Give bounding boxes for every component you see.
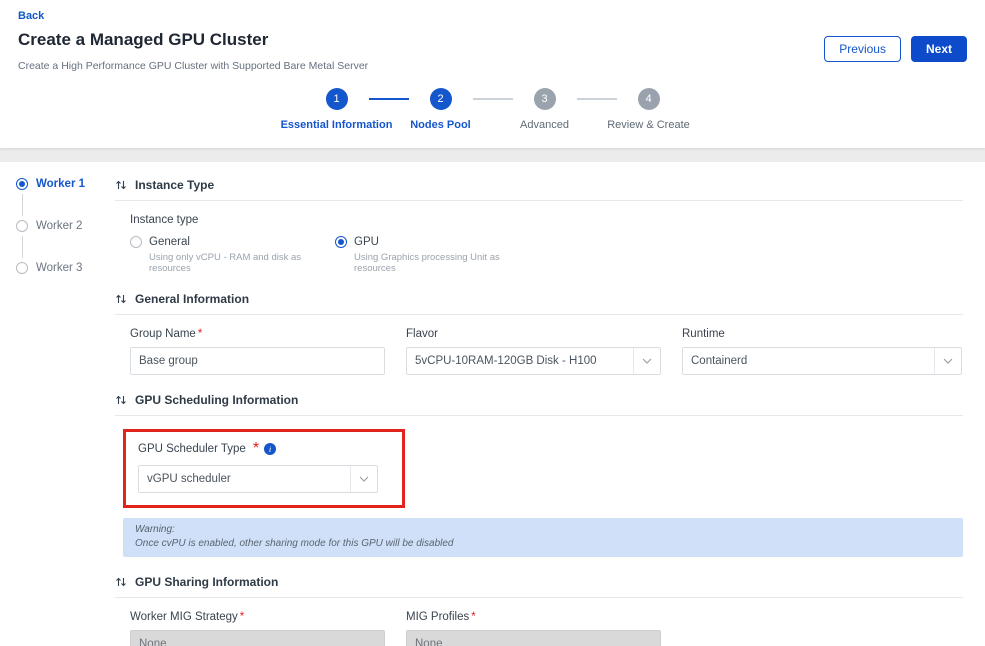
stepper-step-review-create[interactable]: 4 Review & Create (601, 88, 697, 131)
section-header: GPU Scheduling Information (115, 393, 963, 416)
option-caption: Using Graphics processing Unit as resour… (354, 252, 540, 274)
worker-mig-strategy-field: Worker MIG Strategy* None (130, 611, 385, 646)
gpu-scheduler-type-label-row: GPU Scheduler Type * (138, 440, 390, 458)
warning-text: Once cvPU is enabled, other sharing mode… (135, 538, 951, 549)
worker-sidebar: Worker 1 Worker 2 Worker 3 (16, 178, 108, 274)
required-marker: * (253, 440, 259, 458)
sort-vertical-icon (115, 394, 127, 406)
main-form: Instance Type Instance type General Usin… (115, 178, 963, 646)
instance-type-options: General Using only vCPU - RAM and disk a… (130, 236, 963, 274)
flavor-field: Flavor 5vCPU-10RAM-120GB Disk - H100 (406, 328, 661, 375)
instance-type-field-label: Instance type (130, 214, 963, 226)
sort-vertical-icon (115, 576, 127, 588)
group-name-input[interactable] (130, 347, 385, 375)
runtime-select[interactable]: Containerd (682, 347, 962, 375)
gpu-scheduler-type-select[interactable]: vGPU scheduler (138, 465, 378, 493)
previous-button[interactable]: Previous (824, 36, 901, 62)
sort-vertical-icon (115, 293, 127, 305)
worker-label: Worker 3 (36, 262, 82, 274)
stepper-step-advanced[interactable]: 3 Advanced (497, 88, 593, 131)
section-general-information: General Information Group Name* Flavor 5… (115, 292, 963, 375)
step-label: Essential Information (281, 119, 393, 131)
runtime-selected-value: Containerd (691, 355, 747, 367)
section-title: GPU Scheduling Information (135, 393, 298, 407)
page-title: Create a Managed GPU Cluster (18, 30, 268, 50)
option-caption: Using only vCPU - RAM and disk as resour… (149, 252, 335, 274)
page: Back Create a Managed GPU Cluster Create… (0, 0, 985, 646)
section-title: GPU Sharing Information (135, 575, 278, 589)
worker-label: Worker 2 (36, 220, 82, 232)
radio-selected-icon (16, 178, 28, 190)
section-title: General Information (135, 292, 249, 306)
gpu-scheduler-type-label: GPU Scheduler Type (138, 443, 246, 455)
required-marker: * (198, 328, 202, 340)
chevron-down-icon (350, 466, 377, 492)
required-marker: * (240, 611, 244, 623)
worker-connector-line (22, 194, 23, 216)
runtime-label: Runtime (682, 328, 962, 340)
back-link[interactable]: Back (18, 10, 44, 22)
step-number-badge: 1 (326, 88, 348, 110)
header: Back Create a Managed GPU Cluster Create… (0, 0, 985, 148)
stepper-step-essential-information[interactable]: 1 Essential Information (289, 88, 385, 131)
group-name-field: Group Name* (130, 328, 385, 375)
step-label: Nodes Pool (410, 119, 471, 131)
mig-profiles-field: MIG Profiles* None (406, 611, 661, 646)
option-general: General Using only vCPU - RAM and disk a… (130, 236, 335, 274)
step-label: Advanced (520, 119, 569, 131)
sidebar-item-worker-1[interactable]: Worker 1 (16, 178, 108, 190)
info-icon[interactable] (264, 443, 276, 455)
sidebar-item-worker-3[interactable]: Worker 3 (16, 262, 108, 274)
flavor-select[interactable]: 5vCPU-10RAM-120GB Disk - H100 (406, 347, 661, 375)
section-header: Instance Type (115, 178, 963, 201)
section-gpu-sharing: GPU Sharing Information Worker MIG Strat… (115, 575, 963, 646)
worker-mig-strategy-label: Worker MIG Strategy* (130, 611, 385, 623)
warning-title: Warning: (135, 524, 951, 535)
step-number-badge: 2 (430, 88, 452, 110)
annotation-highlight-box: GPU Scheduler Type * vGPU scheduler (123, 429, 405, 508)
option-label: GPU (354, 236, 379, 248)
page-subtitle: Create a High Performance GPU Cluster wi… (18, 60, 368, 72)
mig-profiles-input-disabled: None (406, 630, 661, 646)
sort-vertical-icon (115, 179, 127, 191)
warning-banner: Warning: Once cvPU is enabled, other sha… (123, 518, 963, 557)
chevron-down-icon (934, 348, 961, 374)
section-gpu-scheduling: GPU Scheduling Information GPU Scheduler… (115, 393, 963, 557)
option-label: General (149, 236, 190, 248)
flavor-label: Flavor (406, 328, 661, 340)
step-number-badge: 4 (638, 88, 660, 110)
required-marker: * (471, 611, 475, 623)
section-instance-type: Instance Type Instance type General Usin… (115, 178, 963, 274)
section-title: Instance Type (135, 178, 214, 192)
worker-mig-strategy-input-disabled: None (130, 630, 385, 646)
option-gpu: GPU Using Graphics processing Unit as re… (335, 236, 540, 274)
worker-connector-line (22, 236, 23, 258)
step-label: Review & Create (607, 119, 690, 131)
step-number-badge: 3 (534, 88, 556, 110)
sidebar-item-worker-2[interactable]: Worker 2 (16, 220, 108, 232)
group-name-label: Group Name* (130, 328, 385, 340)
runtime-field: Runtime Containerd (682, 328, 962, 375)
section-header: GPU Sharing Information (115, 575, 963, 598)
section-header: General Information (115, 292, 963, 315)
chevron-down-icon (633, 348, 660, 374)
radio-unselected-icon (16, 220, 28, 232)
mig-profiles-label: MIG Profiles* (406, 611, 661, 623)
radio-general[interactable]: General (130, 236, 335, 248)
next-button[interactable]: Next (911, 36, 967, 62)
radio-unselected-icon (16, 262, 28, 274)
stepper-step-nodes-pool[interactable]: 2 Nodes Pool (393, 88, 489, 131)
worker-label: Worker 1 (36, 178, 85, 190)
radio-unselected-icon (130, 236, 142, 248)
flavor-selected-value: 5vCPU-10RAM-120GB Disk - H100 (415, 355, 597, 367)
gpu-scheduler-selected-value: vGPU scheduler (147, 473, 231, 485)
radio-selected-icon (335, 236, 347, 248)
header-buttons: Previous Next (824, 36, 967, 62)
radio-gpu[interactable]: GPU (335, 236, 540, 248)
stepper: 1 Essential Information 2 Nodes Pool 3 A… (289, 88, 697, 131)
